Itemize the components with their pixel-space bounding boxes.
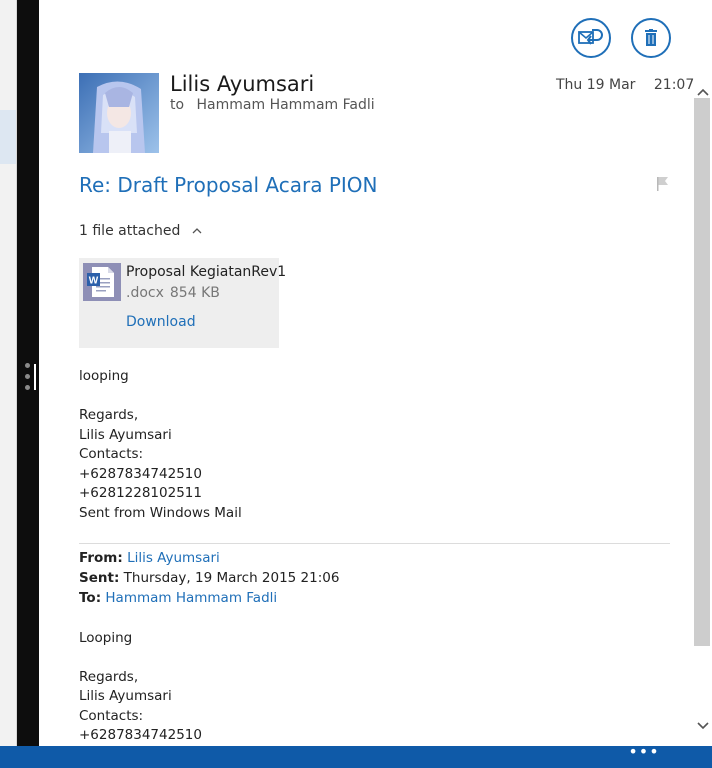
- recipient-line: to Hammam Hammam Fadli: [170, 97, 375, 113]
- quoted-body-line: Lilis Ayumsari: [79, 688, 172, 704]
- grip-dot: [25, 385, 30, 390]
- word-document-icon: W: [83, 263, 121, 301]
- message-subject: Re: Draft Proposal Acara PION: [79, 173, 378, 197]
- respond-button[interactable]: [571, 18, 611, 58]
- body-line: Lilis Ayumsari: [79, 427, 172, 443]
- quoted-body-line: Looping: [79, 630, 133, 646]
- message-date: Thu 19 Mar 21:07: [556, 77, 694, 93]
- flag-icon[interactable]: [656, 176, 670, 196]
- quoted-body-line: Contacts:: [79, 708, 144, 724]
- attachment-count: 1 file attached: [79, 223, 181, 239]
- download-link[interactable]: Download: [126, 314, 196, 330]
- quoted-sent: Sent: Thursday, 19 March 2015 21:06: [79, 570, 339, 586]
- scroll-up-arrow-icon[interactable]: [696, 82, 710, 101]
- quoted-to-label: To:: [79, 590, 102, 606]
- body-line: Regards,: [79, 407, 139, 423]
- quoted-body-line: Regards,: [79, 669, 139, 685]
- svg-text:W: W: [89, 276, 99, 287]
- body-line: +6281228102511: [79, 485, 202, 501]
- delete-button[interactable]: [631, 18, 671, 58]
- body-line: Sent from Windows Mail: [79, 505, 242, 521]
- pane-resize-grip[interactable]: [22, 362, 40, 392]
- quote-separator: [79, 543, 670, 544]
- body-line: +6287834742510: [79, 466, 202, 482]
- quoted-to-value[interactable]: Hammam Hammam Fadli: [105, 590, 277, 606]
- attachment-extension: .docx: [126, 285, 164, 301]
- grip-dot: [25, 363, 30, 368]
- sender-avatar: [79, 73, 159, 153]
- attachment-toggle[interactable]: 1 file attached: [79, 223, 203, 239]
- grip-bar: [34, 364, 36, 390]
- quoted-body-line: +6287834742510: [79, 727, 202, 743]
- scroll-down-arrow-icon[interactable]: [696, 716, 710, 735]
- attachment-size: 854 KB: [169, 285, 220, 301]
- app-bar: [0, 746, 712, 768]
- body-line: looping: [79, 368, 129, 384]
- selected-message-indicator: [0, 110, 17, 164]
- trash-icon: [645, 29, 657, 46]
- quoted-sent-label: Sent:: [79, 570, 120, 586]
- left-pane-strip[interactable]: [0, 0, 17, 768]
- time-text: 21:07: [653, 77, 695, 93]
- attachment-card[interactable]: W Proposal KegiatanRev1 .docx 854 KB Down…: [79, 258, 286, 348]
- scrollbar-thumb[interactable]: [694, 98, 710, 646]
- attachment-meta: .docx 854 KB: [126, 285, 220, 301]
- quoted-from-value[interactable]: Lilis Ayumsari: [127, 550, 220, 566]
- quoted-sent-value: Thursday, 19 March 2015 21:06: [123, 570, 340, 586]
- recipient-name[interactable]: Hammam Hammam Fadli: [197, 97, 375, 113]
- quoted-to: To: Hammam Hammam Fadli: [79, 590, 277, 606]
- chevron-up-icon: [191, 223, 203, 239]
- to-label: to: [170, 97, 185, 113]
- quoted-from-label: From:: [79, 550, 123, 566]
- more-options-icon[interactable]: •••: [628, 744, 660, 762]
- sender-name[interactable]: Lilis Ayumsari: [170, 72, 314, 96]
- body-line: Contacts:: [79, 446, 144, 462]
- grip-dot: [25, 374, 30, 379]
- reply-icon: [578, 29, 603, 45]
- attachment-filename: Proposal KegiatanRev1: [126, 264, 287, 280]
- quoted-from: From: Lilis Ayumsari: [79, 550, 220, 566]
- date-text: Thu 19 Mar: [556, 77, 636, 93]
